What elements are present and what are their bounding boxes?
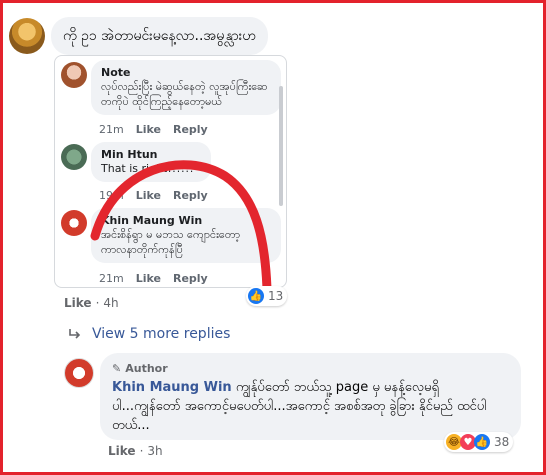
author-badge: ✎ Author	[112, 359, 509, 378]
reaction-summary[interactable]: 👍 13	[246, 286, 288, 306]
top-comment-meta: Like · 4h	[64, 296, 119, 310]
reply-author-name[interactable]: Khin Maung Win	[112, 380, 232, 395]
screenshot-scrollbar	[279, 86, 283, 206]
commenter-avatar[interactable]	[9, 18, 45, 54]
like-reaction-icon: 👍	[474, 434, 490, 450]
like-reaction-icon: 👍	[248, 288, 264, 304]
reply-meta: Like · 3h	[108, 444, 163, 458]
screenshot-comment-text: That is right!!!!!!	[101, 162, 194, 175]
comment-timestamp[interactable]: 4h	[103, 296, 118, 310]
screenshot-comment-bubble: Min Htun That is right!!!!!!	[91, 142, 211, 182]
top-comment-bubble: ကို ဥ၁ အဲတာမင်းမနေ့လာ..အမွန္လားဟ	[51, 17, 268, 55]
reply-timestamp[interactable]: 3h	[147, 444, 162, 458]
screenshot-avatar	[61, 144, 87, 170]
pencil-icon: ✎	[112, 362, 122, 375]
reply-arrow-icon	[69, 329, 81, 339]
screenshot-comment-text: အင်းစိန်ရွာ မ မဘသ ကျောင်းတော့ ကာလနာတိုက်…	[101, 228, 241, 256]
screenshot-comment-text: လုပ်လည်းပြီး မဲဆွယ်နေတဲ့ လူအုပ်ကြီးဆေ တက…	[101, 80, 268, 108]
screenshot-comment-meta: 21m Like Reply	[99, 272, 208, 285]
view-more-replies-link[interactable]: View 5 more replies	[68, 326, 230, 342]
top-comment-text: ကို ဥ၁ အဲတာမင်းမနေ့လာ..အမွန္လားဟ	[63, 27, 256, 44]
reply-bubble: ✎ Author Khin Maung Win ကျွန်ုပ်တော် ဘယ်…	[100, 353, 521, 440]
reply-reaction-summary[interactable]: 😂 ♥ 👍 38	[444, 432, 514, 452]
screenshot-avatar	[61, 62, 87, 88]
view-more-label: View 5 more replies	[92, 326, 231, 342]
screenshot-comment-name: Min Htun	[101, 148, 158, 161]
author-avatar[interactable]	[64, 358, 94, 388]
screenshot-comment-meta: 19m Like Reply	[99, 189, 208, 202]
screenshot-avatar	[61, 210, 87, 236]
like-link[interactable]: Like	[64, 296, 92, 310]
screenshot-comment-name: Note	[101, 66, 131, 79]
screenshot-comment-meta: 21m Like Reply	[99, 123, 208, 136]
screenshot-comment-name: Khin Maung Win	[101, 214, 203, 227]
dot-separator: ·	[139, 444, 144, 458]
screenshot-comment-bubble: Khin Maung Win အင်းစိန်ရွာ မ မဘသ ကျောင်း…	[91, 208, 281, 263]
reply-like-link[interactable]: Like	[108, 444, 136, 458]
reply-reaction-count: 38	[494, 435, 510, 449]
screenshot-comment-bubble: Note လုပ်လည်းပြီး မဲဆွယ်နေတဲ့ လူအုပ်ကြီး…	[91, 60, 281, 115]
reaction-count: 13	[268, 289, 284, 303]
comment-screenshot-image[interactable]: Note လုပ်လည်းပြီး မဲဆွယ်နေတဲ့ လူအုပ်ကြီး…	[54, 55, 287, 288]
dot-separator: ·	[95, 296, 100, 310]
